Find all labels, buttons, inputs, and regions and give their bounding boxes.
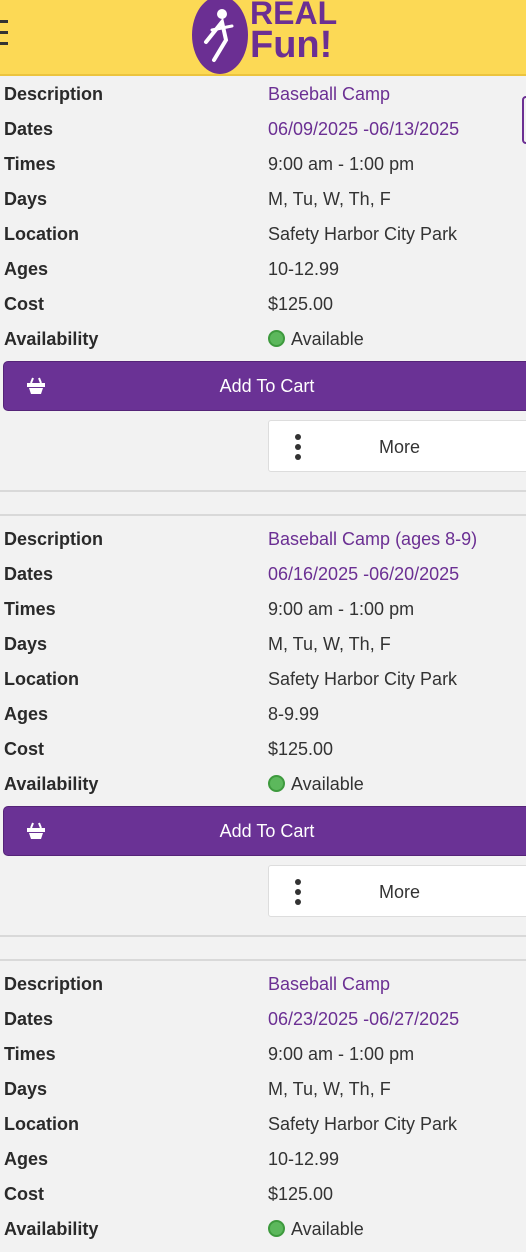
label-ages: Ages xyxy=(4,704,49,724)
row-dates: Dates 06/23/2025 -06/27/2025 xyxy=(0,1002,526,1037)
add-to-cart-label: Add To Cart xyxy=(219,376,315,396)
value-availability: Available xyxy=(268,1212,364,1247)
label-cost: Cost xyxy=(4,739,44,759)
value-dates[interactable]: 06/23/2025 -06/27/2025 xyxy=(268,1002,459,1037)
add-to-cart-button[interactable]: Add To Cart xyxy=(3,806,526,856)
value-cost: $125.00 xyxy=(268,1184,334,1204)
more-label: More xyxy=(379,437,421,457)
value-days: M, Tu, W, Th, F xyxy=(268,1079,391,1099)
label-dates: Dates xyxy=(4,1009,54,1029)
row-times: Times 9:00 am - 1:00 pm xyxy=(0,592,526,627)
listing-divider xyxy=(0,935,526,961)
value-ages: 10-12.99 xyxy=(268,1149,340,1169)
value-location: Safety Harbor City Park xyxy=(268,224,458,244)
more-button[interactable]: More xyxy=(268,865,526,917)
label-availability: Availability xyxy=(4,329,99,349)
row-cost: Cost $125.00 xyxy=(0,1177,526,1212)
value-cost: $125.00 xyxy=(268,294,334,314)
label-location: Location xyxy=(4,1114,79,1134)
logo-fun-text: Fun! xyxy=(250,24,333,66)
hamburger-menu-icon[interactable] xyxy=(0,20,10,46)
row-times: Times 9:00 am - 1:00 pm xyxy=(0,147,526,182)
label-days: Days xyxy=(4,1079,48,1099)
label-location: Location xyxy=(4,669,79,689)
label-ages: Ages xyxy=(4,259,49,279)
row-dates: Dates 06/09/2025 -06/13/2025 xyxy=(0,112,526,147)
label-availability: Availability xyxy=(4,774,99,794)
value-cost: $125.00 xyxy=(268,739,334,759)
label-days: Days xyxy=(4,634,48,654)
value-availability: Available xyxy=(268,767,364,802)
value-times: 9:00 am - 1:00 pm xyxy=(268,154,415,174)
value-ages: 8-9.99 xyxy=(268,704,320,724)
row-dates: Dates 06/16/2025 -06/20/2025 xyxy=(0,557,526,592)
available-status-icon xyxy=(268,330,285,347)
value-times: 9:00 am - 1:00 pm xyxy=(268,1044,415,1064)
value-description[interactable]: Baseball Camp (ages 8-9) xyxy=(268,522,477,557)
value-availability: Available xyxy=(268,322,364,357)
label-dates: Dates xyxy=(4,564,54,584)
value-ages: 10-12.99 xyxy=(268,259,340,279)
listing-divider xyxy=(0,490,526,516)
row-location: Location Safety Harbor City Park xyxy=(0,217,526,252)
row-availability: Availability Available xyxy=(0,767,526,802)
value-days: M, Tu, W, Th, F xyxy=(268,634,391,654)
row-ages: Ages 10-12.99 xyxy=(0,1142,526,1177)
real-fun-logo[interactable]: REAL Fun! xyxy=(192,0,362,76)
logo-emblem xyxy=(192,0,248,74)
row-location: Location Safety Harbor City Park xyxy=(0,1107,526,1142)
row-description: Description Baseball Camp (ages 8-9) xyxy=(0,522,526,557)
app-header: REAL Fun! xyxy=(0,0,526,76)
value-description[interactable]: Baseball Camp xyxy=(268,967,390,1002)
label-dates: Dates xyxy=(4,119,54,139)
label-days: Days xyxy=(4,189,48,209)
available-status-icon xyxy=(268,775,285,792)
vertical-dots-icon xyxy=(293,434,303,460)
row-ages: Ages 8-9.99 xyxy=(0,697,526,732)
label-times: Times xyxy=(4,1044,56,1064)
available-status-icon xyxy=(268,1220,285,1237)
value-description[interactable]: Baseball Camp xyxy=(268,77,390,112)
row-times: Times 9:00 am - 1:00 pm xyxy=(0,1037,526,1072)
value-location: Safety Harbor City Park xyxy=(268,669,458,689)
label-times: Times xyxy=(4,599,56,619)
availability-text: Available xyxy=(291,774,364,794)
add-to-cart-label: Add To Cart xyxy=(219,821,315,841)
row-cost: Cost $125.00 xyxy=(0,287,526,322)
value-days: M, Tu, W, Th, F xyxy=(268,189,391,209)
logo-wordmark: REAL Fun! xyxy=(250,0,337,66)
add-to-cart-button[interactable]: Add To Cart xyxy=(3,361,526,411)
value-location: Safety Harbor City Park xyxy=(268,1114,458,1134)
value-dates[interactable]: 06/16/2025 -06/20/2025 xyxy=(268,557,459,592)
row-description: Description Baseball Camp xyxy=(0,967,526,1002)
row-description: Description Baseball Camp xyxy=(0,77,526,112)
row-days: Days M, Tu, W, Th, F xyxy=(0,627,526,662)
row-days: Days M, Tu, W, Th, F xyxy=(0,1072,526,1107)
label-availability: Availability xyxy=(4,1219,99,1239)
label-description: Description xyxy=(4,974,104,994)
label-cost: Cost xyxy=(4,1184,44,1204)
value-dates[interactable]: 06/09/2025 -06/13/2025 xyxy=(268,112,459,147)
row-days: Days M, Tu, W, Th, F xyxy=(0,182,526,217)
label-times: Times xyxy=(4,154,56,174)
row-cost: Cost $125.00 xyxy=(0,732,526,767)
label-description: Description xyxy=(4,529,104,549)
label-description: Description xyxy=(4,84,104,104)
row-ages: Ages 10-12.99 xyxy=(0,252,526,287)
more-button[interactable]: More xyxy=(268,420,526,472)
availability-text: Available xyxy=(291,329,364,349)
row-availability: Availability Available xyxy=(0,1212,526,1247)
availability-text: Available xyxy=(291,1219,364,1239)
row-availability: Availability Available xyxy=(0,322,526,357)
value-times: 9:00 am - 1:00 pm xyxy=(268,599,415,619)
label-location: Location xyxy=(4,224,79,244)
label-ages: Ages xyxy=(4,1149,49,1169)
label-cost: Cost xyxy=(4,294,44,314)
more-label: More xyxy=(379,882,421,902)
vertical-dots-icon xyxy=(293,879,303,905)
row-location: Location Safety Harbor City Park xyxy=(0,662,526,697)
